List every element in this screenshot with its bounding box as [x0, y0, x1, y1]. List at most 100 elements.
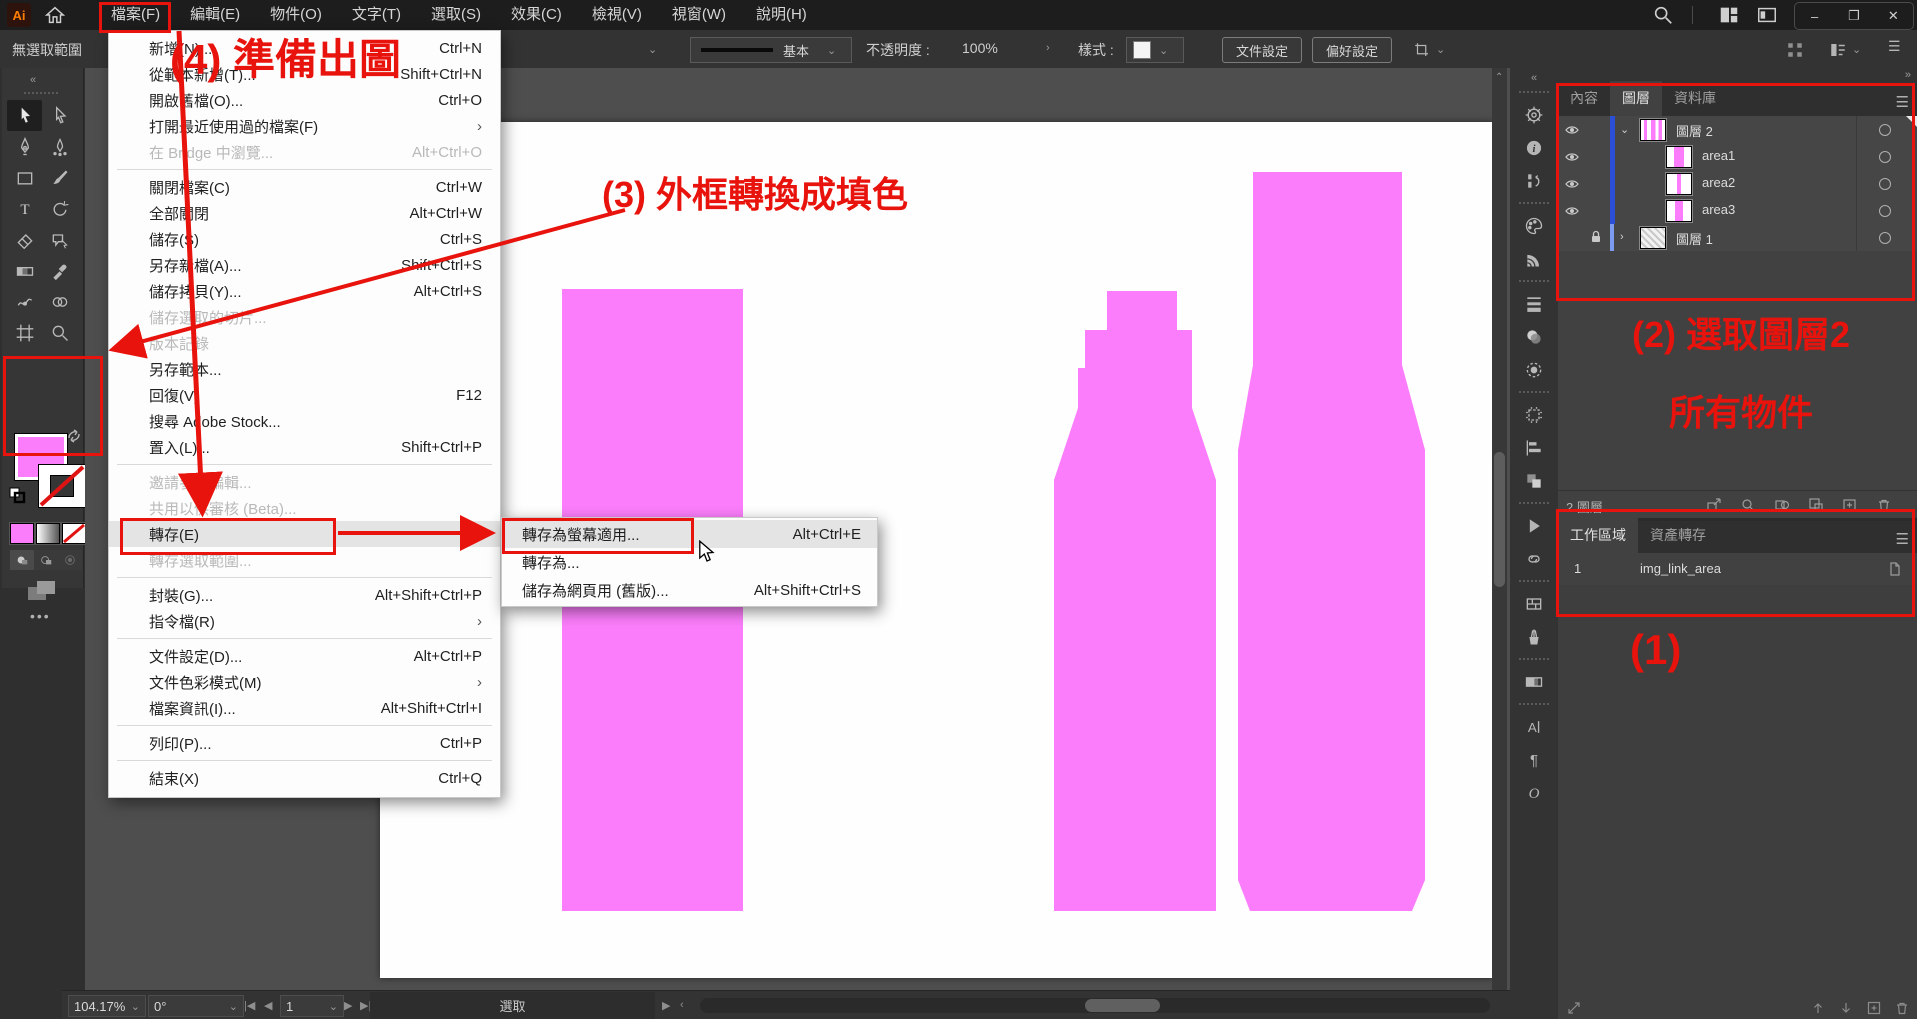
swatches-panel-icon[interactable] — [1510, 587, 1558, 620]
move-up-icon[interactable] — [1810, 1000, 1826, 1016]
paint-gradient-button[interactable] — [36, 523, 60, 544]
glyphs-panel-icon[interactable]: O — [1510, 776, 1558, 809]
history-panel-icon[interactable] — [1510, 164, 1558, 197]
width-tool[interactable] — [7, 286, 42, 317]
close-button[interactable]: ✕ — [1874, 3, 1913, 29]
file-menu-item-2[interactable]: 開啟舊檔(O)...Ctrl+O — [109, 87, 500, 113]
paint-none-button[interactable] — [62, 523, 86, 544]
screen-mode-icon[interactable] — [24, 578, 60, 604]
paintbrush-tool[interactable] — [42, 162, 77, 193]
character-panel-icon[interactable]: A — [1510, 710, 1558, 743]
pen-tool[interactable] — [7, 131, 42, 162]
shaper-tool[interactable] — [42, 224, 77, 255]
gradient-tool[interactable] — [7, 255, 42, 286]
isolate-selection-icon[interactable] — [1412, 41, 1432, 59]
move-down-icon[interactable] — [1838, 1000, 1854, 1016]
menubar-item-6[interactable]: 檢視(V) — [577, 0, 657, 30]
panel-grip[interactable] — [1519, 658, 1549, 660]
appearance-panel-icon[interactable] — [1510, 353, 1558, 386]
file-menu-item-13[interactable]: 回復(V)F12 — [109, 382, 500, 408]
search-icon[interactable] — [1652, 4, 1674, 26]
rotate-tool[interactable] — [42, 193, 77, 224]
menubar-item-4[interactable]: 選取(S) — [416, 0, 496, 30]
expand-dock-icon[interactable]: » — [1905, 69, 1911, 81]
vertical-scroll-thumb[interactable] — [1494, 452, 1505, 587]
file-menu-item-15[interactable]: 置入(L)...Shift+Ctrl+P — [109, 434, 500, 460]
restore-button[interactable]: ❐ — [1834, 3, 1873, 29]
align-glyphs-icon[interactable] — [1786, 41, 1804, 59]
minimize-button[interactable]: – — [1795, 3, 1834, 29]
file-menu-item-12[interactable]: 另存範本... — [109, 356, 500, 382]
panel-grip[interactable] — [1519, 391, 1549, 393]
document-setup-button[interactable]: 文件設定 — [1222, 37, 1302, 63]
more-tools-icon[interactable]: ••• — [30, 608, 51, 624]
artboard-tool[interactable] — [7, 317, 42, 348]
file-menu-item-7[interactable]: 儲存(S)Ctrl+S — [109, 226, 500, 252]
file-menu-item-22[interactable]: 文件設定(D)...Alt+Ctrl+P — [109, 643, 500, 669]
style-swatch-dropdown[interactable]: ⌄ — [1126, 37, 1184, 63]
prev-artboard-icon[interactable]: ◀ — [264, 999, 272, 1012]
export-submenu-item-2[interactable]: 儲存為網頁用 (舊版)...Alt+Shift+Ctrl+S — [502, 576, 877, 604]
brushes-panel-icon[interactable] — [1510, 620, 1558, 653]
preferences-button[interactable]: 偏好設定 — [1312, 37, 1392, 63]
file-menu-item-14[interactable]: 搜尋 Adobe Stock... — [109, 408, 500, 434]
direct-selection-tool[interactable] — [42, 100, 77, 131]
paragraph-panel-icon[interactable]: ¶ — [1510, 743, 1558, 776]
stroke-panel-icon[interactable] — [1510, 287, 1558, 320]
info-panel-icon[interactable]: i — [1510, 131, 1558, 164]
first-artboard-icon[interactable]: |◀ — [244, 999, 255, 1012]
pathfinder-panel-icon[interactable] — [1510, 464, 1558, 497]
file-menu-item-25[interactable]: 列印(P)...Ctrl+P — [109, 730, 500, 756]
delete-artboard-icon[interactable] — [1894, 1000, 1910, 1016]
actions-panel-icon[interactable] — [1510, 509, 1558, 542]
panel-grip[interactable] — [1519, 580, 1549, 582]
curvature-tool[interactable] — [42, 131, 77, 162]
zoom-tool[interactable] — [42, 317, 77, 348]
opacity-expand-icon[interactable]: › — [1046, 42, 1050, 54]
arrange-chevron-icon[interactable]: ⌄ — [1852, 43, 1861, 56]
menubar-item-7[interactable]: 視窗(W) — [657, 0, 741, 30]
stroke-color-swatch[interactable] — [38, 464, 86, 508]
workspace-switcher-icon[interactable] — [1718, 4, 1740, 26]
file-menu-item-26[interactable]: 結束(X)Ctrl+Q — [109, 765, 500, 791]
file-menu-item-20[interactable]: 封裝(G)...Alt+Shift+Ctrl+P — [109, 582, 500, 608]
next-artboard-icon[interactable]: ▶ — [344, 999, 352, 1012]
arrange-panel-icon[interactable] — [1828, 41, 1848, 59]
shape-builder-tool[interactable] — [42, 286, 77, 317]
panel-grip[interactable] — [1519, 202, 1549, 204]
expand-panel-icon[interactable] — [1566, 1000, 1582, 1016]
file-menu-item-3[interactable]: 打開最近使用過的檔案(F)› — [109, 113, 500, 139]
opacity-value[interactable]: 100% — [962, 40, 998, 56]
collapse-dock-icon[interactable]: « — [1531, 72, 1537, 84]
stroke-style-dropdown[interactable]: 基本 ⌄ — [690, 37, 852, 63]
panel-grip[interactable] — [1519, 502, 1549, 504]
file-menu-item-6[interactable]: 全部關閉Alt+Ctrl+W — [109, 200, 500, 226]
eyedropper-tool[interactable] — [42, 255, 77, 286]
collapse-panel-icon[interactable]: « — [30, 74, 36, 86]
zoom-level-dropdown[interactable]: 104.17%⌄ — [68, 995, 146, 1017]
default-fill-stroke-icon[interactable] — [8, 486, 26, 504]
horizontal-scroll-thumb[interactable] — [1085, 999, 1160, 1012]
draw-inside-button[interactable] — [58, 550, 82, 570]
color-panel-icon[interactable] — [1510, 209, 1558, 242]
menubar-item-8[interactable]: 說明(H) — [741, 0, 822, 30]
vertical-scrollbar[interactable]: ⌃ — [1492, 68, 1507, 990]
rectangle-tool[interactable] — [7, 162, 42, 193]
panel-grip[interactable] — [1519, 280, 1549, 282]
new-artboard-icon[interactable] — [1866, 1000, 1882, 1016]
shape-area3[interactable] — [1238, 172, 1425, 911]
home-icon[interactable] — [44, 4, 66, 26]
file-menu-item-9[interactable]: 儲存拷貝(Y)...Alt+Ctrl+S — [109, 278, 500, 304]
transparency-panel-icon[interactable] — [1510, 320, 1558, 353]
eraser-tool[interactable] — [7, 224, 42, 255]
arrange-documents-icon[interactable] — [1756, 4, 1778, 26]
status-collapse-icon[interactable]: ‹ — [680, 999, 684, 1011]
isolate-chevron-icon[interactable]: ⌄ — [1436, 43, 1445, 56]
file-menu-item-8[interactable]: 另存新檔(A)...Shift+Ctrl+S — [109, 252, 500, 278]
selection-tool[interactable] — [7, 100, 42, 131]
shape-area2[interactable] — [1054, 291, 1216, 911]
align-panel-icon[interactable] — [1510, 431, 1558, 464]
panel-grip[interactable] — [24, 92, 58, 94]
file-menu-item-21[interactable]: 指令檔(R)› — [109, 608, 500, 634]
paint-color-button[interactable] — [10, 523, 34, 544]
